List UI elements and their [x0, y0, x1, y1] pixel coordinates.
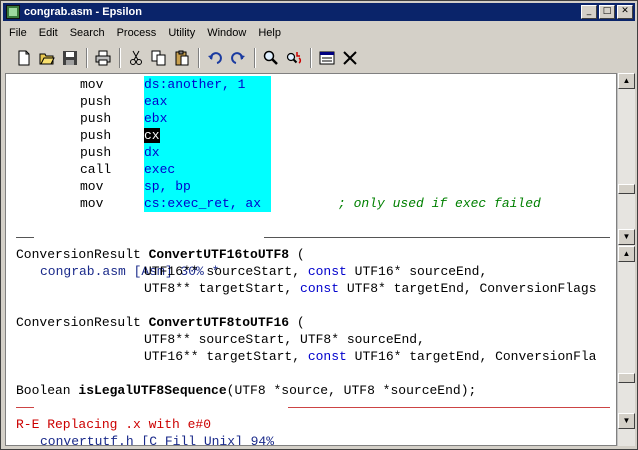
menu-utility[interactable]: Utility: [162, 27, 201, 39]
menu-bar: File Edit Search Process Utility Window …: [3, 23, 635, 42]
minimize-button[interactable]: _: [581, 5, 597, 19]
toolbar-separator: [254, 48, 256, 68]
paste-icon: [175, 50, 189, 66]
code-line: UTF8** sourceStart, UTF8* sourceEnd,: [144, 332, 425, 347]
menu-file[interactable]: File: [3, 27, 33, 39]
new-file-button[interactable]: [13, 47, 35, 69]
epsilon-window: congrab.asm - Epsilon _ □ ✕ File Edit Se…: [0, 0, 638, 450]
code-line: Boolean isLegalUTF8Sequence(UTF8 *source…: [16, 383, 477, 398]
save-icon: [63, 51, 77, 65]
mode-line-bottom: convertutf.h [C Fill Unix] 94%: [16, 399, 610, 445]
open-folder-icon: [39, 53, 55, 65]
close-buffer-button[interactable]: [339, 47, 361, 69]
maximize-button[interactable]: □: [599, 5, 615, 19]
find-icon: [263, 50, 278, 65]
echo-area: R-E Replacing .x with e#0: [16, 417, 212, 432]
scroll-up-arrow-icon[interactable]: ▲: [618, 73, 635, 89]
code-line: mov ds:another, 1: [80, 77, 246, 92]
code-line: mov sp, bp: [80, 179, 191, 194]
list-buffers-button[interactable]: [316, 47, 338, 69]
code-line: call exec: [80, 162, 176, 177]
redo-button[interactable]: [227, 47, 249, 69]
code-line: ConversionResult ConvertUTF8toUTF16 (: [16, 315, 305, 330]
list-buffers-icon: [319, 51, 335, 65]
scroll-down-arrow-icon[interactable]: ▼: [618, 229, 635, 245]
open-file-button[interactable]: [36, 47, 58, 69]
replace-icon: [286, 52, 302, 64]
code-line: UTF16** targetStart, const UTF16* target…: [144, 349, 597, 364]
cut-icon: [130, 50, 142, 65]
scroll-down-arrow-icon[interactable]: ▼: [618, 413, 635, 429]
copy-button[interactable]: [148, 47, 170, 69]
paste-button[interactable]: [171, 47, 193, 69]
toolbar-separator: [86, 48, 88, 68]
undo-button[interactable]: [204, 47, 226, 69]
close-button[interactable]: ✕: [617, 5, 633, 19]
menu-process[interactable]: Process: [111, 27, 163, 39]
print-button[interactable]: [92, 47, 114, 69]
code-line: push cx: [80, 128, 160, 143]
title-bar[interactable]: congrab.asm - Epsilon _ □ ✕: [3, 3, 635, 21]
copy-icon: [151, 50, 166, 66]
scroll-thumb-top[interactable]: [618, 184, 635, 194]
code-comment: ; only used if exec failed: [338, 196, 541, 211]
toolbar: [3, 45, 635, 71]
menu-help[interactable]: Help: [252, 27, 287, 39]
close-buffer-icon: [343, 51, 357, 65]
menu-window[interactable]: Window: [201, 27, 252, 39]
scroll-up-arrow-icon[interactable]: ▲: [618, 246, 635, 262]
find-button[interactable]: [260, 47, 282, 69]
new-file-icon: [18, 50, 30, 66]
menu-edit[interactable]: Edit: [33, 27, 64, 39]
window-title: congrab.asm - Epsilon: [24, 6, 142, 18]
code-line: push dx: [80, 145, 160, 160]
vertical-scrollbar[interactable]: ▲ ▼ ▲ ▼: [617, 73, 635, 446]
code-line: push eax: [80, 94, 168, 109]
cut-button[interactable]: [125, 47, 147, 69]
code-line: UTF8** targetStart, const UTF8* targetEn…: [144, 281, 597, 296]
toolbar-separator: [310, 48, 312, 68]
editor-text-area[interactable]: mov ds:another, 1 push eax push ebx push cx …: [5, 73, 617, 446]
replace-button[interactable]: [283, 47, 305, 69]
redo-icon: [231, 52, 245, 64]
menu-search[interactable]: Search: [64, 27, 111, 39]
save-button[interactable]: [59, 47, 81, 69]
toolbar-separator: [198, 48, 200, 68]
code-line: push ebx: [80, 111, 168, 126]
mode-line-text: convertutf.h [C Fill Unix] 94%: [40, 434, 275, 446]
print-icon: [95, 50, 111, 66]
undo-icon: [208, 52, 222, 64]
code-line: mov cs:exec_ret, ax; only used if exec fa…: [80, 196, 541, 211]
epsilon-app-icon[interactable]: [6, 5, 20, 19]
scroll-thumb-bottom[interactable]: [618, 373, 635, 383]
text-cursor: cx: [144, 128, 160, 143]
code-line: UTF16** sourceStart, const UTF16* source…: [144, 264, 488, 279]
mode-line-top: congrab.asm [Asm] 30% *: [16, 229, 610, 279]
toolbar-separator: [119, 48, 121, 68]
code-line: ConversionResult ConvertUTF16toUTF8 (: [16, 247, 305, 262]
